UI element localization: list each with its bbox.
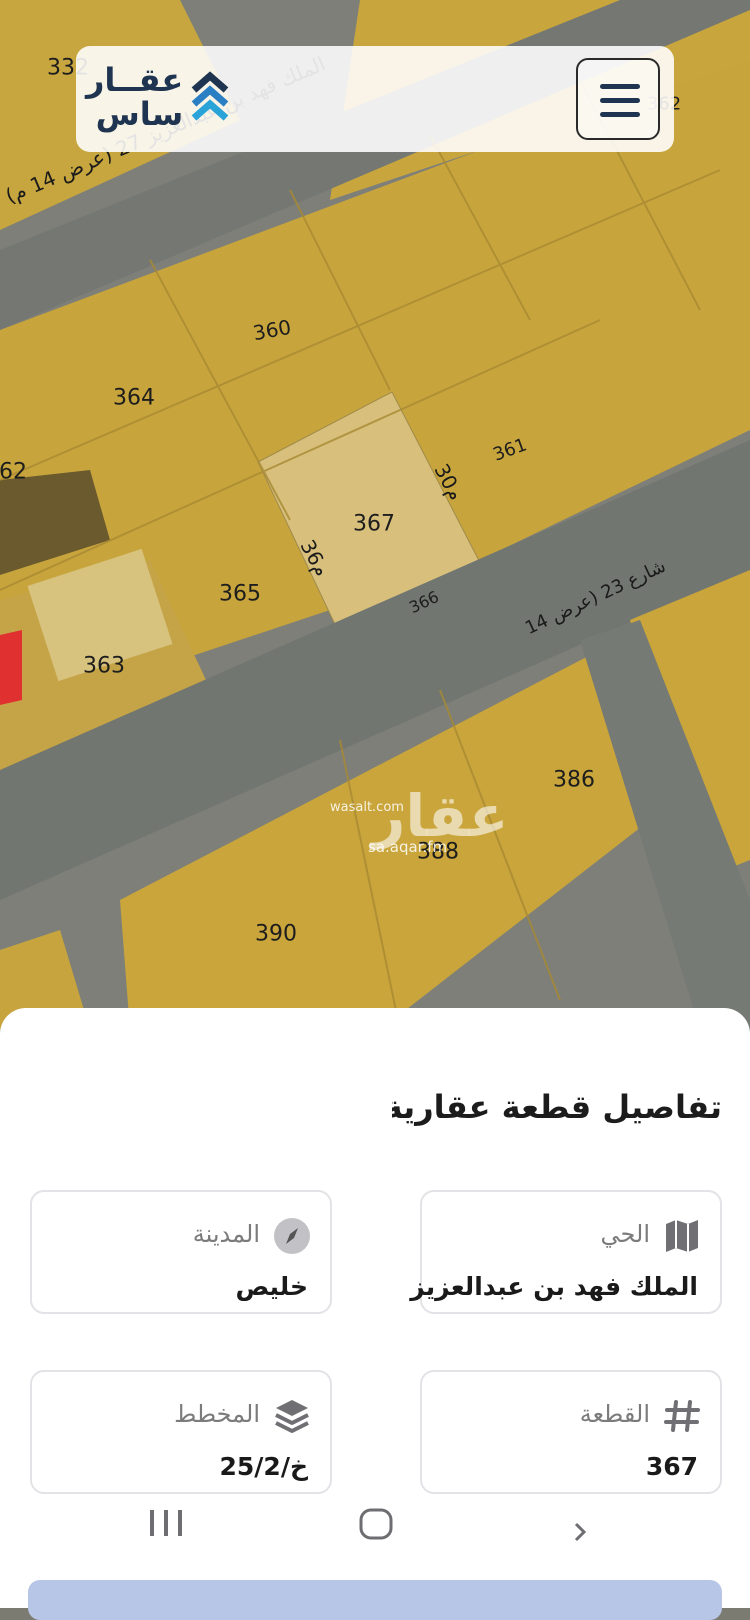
hamburger-icon bbox=[600, 84, 640, 89]
header-bar: عقــار ساس bbox=[76, 46, 674, 152]
watermark-site: sa.aqar.fm bbox=[368, 838, 448, 856]
plot-number-value: 367 bbox=[645, 1452, 698, 1481]
sheet-title: تفاصيل قطعة عقارية bbox=[392, 1088, 722, 1126]
city-card[interactable]: المدينة خليص bbox=[30, 1190, 332, 1314]
watermark-wasalt: wasalt.com bbox=[330, 800, 404, 815]
city-value: خليص bbox=[235, 1272, 308, 1301]
app-logo[interactable]: عقــار ساس bbox=[86, 64, 229, 130]
plot-label-362: 362 bbox=[0, 459, 27, 485]
hamburger-icon-line bbox=[600, 112, 640, 117]
plan-card[interactable]: المخطط خ/25/2 bbox=[30, 1370, 332, 1494]
neighborhood-label: الحي bbox=[600, 1220, 650, 1248]
plot-number-card[interactable]: القطعة 367 bbox=[420, 1370, 722, 1494]
city-label: المدينة bbox=[192, 1220, 260, 1248]
home-icon bbox=[359, 1508, 393, 1540]
nav-buttons bbox=[150, 1508, 587, 1542]
logo-line2: ساس bbox=[95, 95, 184, 133]
back-icon bbox=[574, 1522, 587, 1542]
recent-apps-icon bbox=[150, 1510, 182, 1536]
logo-line1: عقــار bbox=[86, 61, 184, 99]
chevrons-up-icon bbox=[191, 71, 229, 121]
plot-number-label: القطعة bbox=[579, 1400, 650, 1428]
map-icon bbox=[666, 1220, 698, 1252]
plan-value: خ/25/2 bbox=[219, 1452, 308, 1481]
layers-icon bbox=[275, 1400, 309, 1433]
logo-text: عقــار ساس bbox=[86, 64, 183, 130]
plot-label-390: 390 bbox=[255, 921, 297, 947]
map-view[interactable]: 332 364 365 363 367 386 388 390 360 362 … bbox=[0, 0, 750, 1030]
hamburger-icon-line bbox=[600, 98, 640, 103]
neighborhood-card[interactable]: الحي الملك فهد بن عبدالعزيز bbox=[410, 1190, 722, 1314]
compass-icon bbox=[274, 1218, 310, 1254]
menu-button[interactable] bbox=[576, 58, 660, 140]
neighborhood-value: الملك فهد بن عبدالعزيز bbox=[410, 1272, 698, 1301]
bottom-action-button[interactable] bbox=[28, 1580, 722, 1620]
plot-label-365: 365 bbox=[219, 581, 261, 607]
plot-label-364: 364 bbox=[113, 385, 155, 411]
hash-icon bbox=[664, 1400, 700, 1432]
plan-label: المخطط bbox=[174, 1400, 260, 1428]
plot-label-386: 386 bbox=[553, 767, 595, 793]
plot-label-363: 363 bbox=[83, 653, 125, 679]
plot-label-367: 367 bbox=[353, 511, 395, 537]
